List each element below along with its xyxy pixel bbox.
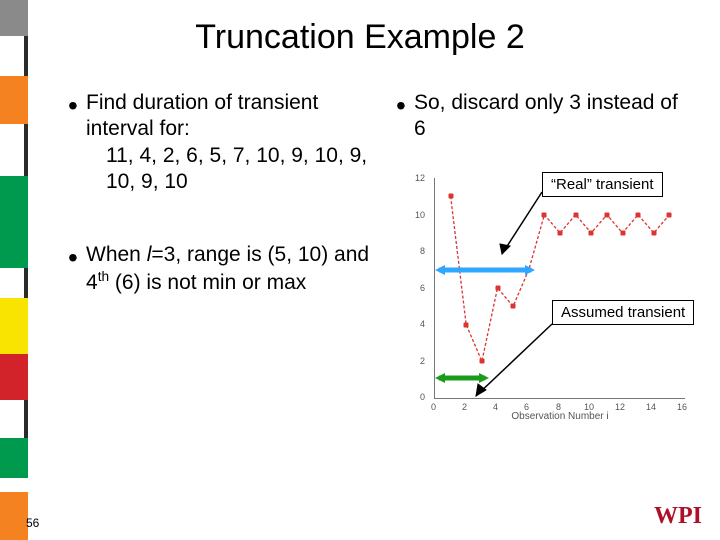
bullet-text: Find duration of transient interval for:	[86, 91, 318, 140]
tick-y: 10	[415, 210, 425, 220]
bullet-text-part: (6) is not min or max	[109, 271, 306, 294]
callout-real-transient: “Real” transient	[542, 172, 663, 197]
tick-y: 0	[420, 392, 425, 402]
bullet-when-l: • When l=3, range is (5, 10) and 4th (6)…	[86, 242, 376, 297]
tick-x: 16	[677, 402, 687, 412]
arrow-icon	[496, 190, 544, 260]
chart-xlabel: Observation Number i	[511, 411, 608, 422]
bullet-text-part: When	[86, 243, 147, 266]
bullet-text: So, discard only 3 instead of 6	[414, 91, 678, 140]
ordinal-suffix: th	[98, 269, 109, 284]
tick-y: 2	[420, 356, 425, 366]
tick-x: 10	[584, 402, 594, 412]
wpi-logo: WWPIPI	[654, 503, 702, 530]
tick-y: 8	[420, 246, 425, 256]
slide: { "title": "Truncation Example 2", "bull…	[0, 0, 720, 540]
callout-assumed-transient: Assumed transient	[552, 300, 694, 325]
arrow-icon	[470, 322, 554, 402]
tick-x: 8	[556, 402, 561, 412]
tick-x: 2	[462, 402, 467, 412]
tick-x: 0	[431, 402, 436, 412]
tick-x: 12	[615, 402, 625, 412]
bullet-data-values: 11, 4, 2, 6, 5, 7, 10, 9, 10, 9, 10, 9, …	[106, 143, 376, 196]
bullet-dot-icon: •	[396, 88, 406, 123]
tick-y: 6	[420, 283, 425, 293]
bullet-dot-icon: •	[68, 240, 78, 275]
bullet-dot-icon: •	[68, 88, 78, 123]
tick-y: 12	[415, 173, 425, 183]
page-number: 56	[26, 516, 39, 530]
tick-x: 6	[524, 402, 529, 412]
slide-title: Truncation Example 2	[0, 18, 720, 57]
decorative-stripe	[0, 0, 28, 540]
tick-x: 4	[493, 402, 498, 412]
tick-y: 4	[420, 319, 425, 329]
bullet-find-duration: • Find duration of transient interval fo…	[86, 90, 376, 195]
tick-x: 14	[646, 402, 656, 412]
bullet-discard: • So, discard only 3 instead of 6	[414, 90, 694, 143]
